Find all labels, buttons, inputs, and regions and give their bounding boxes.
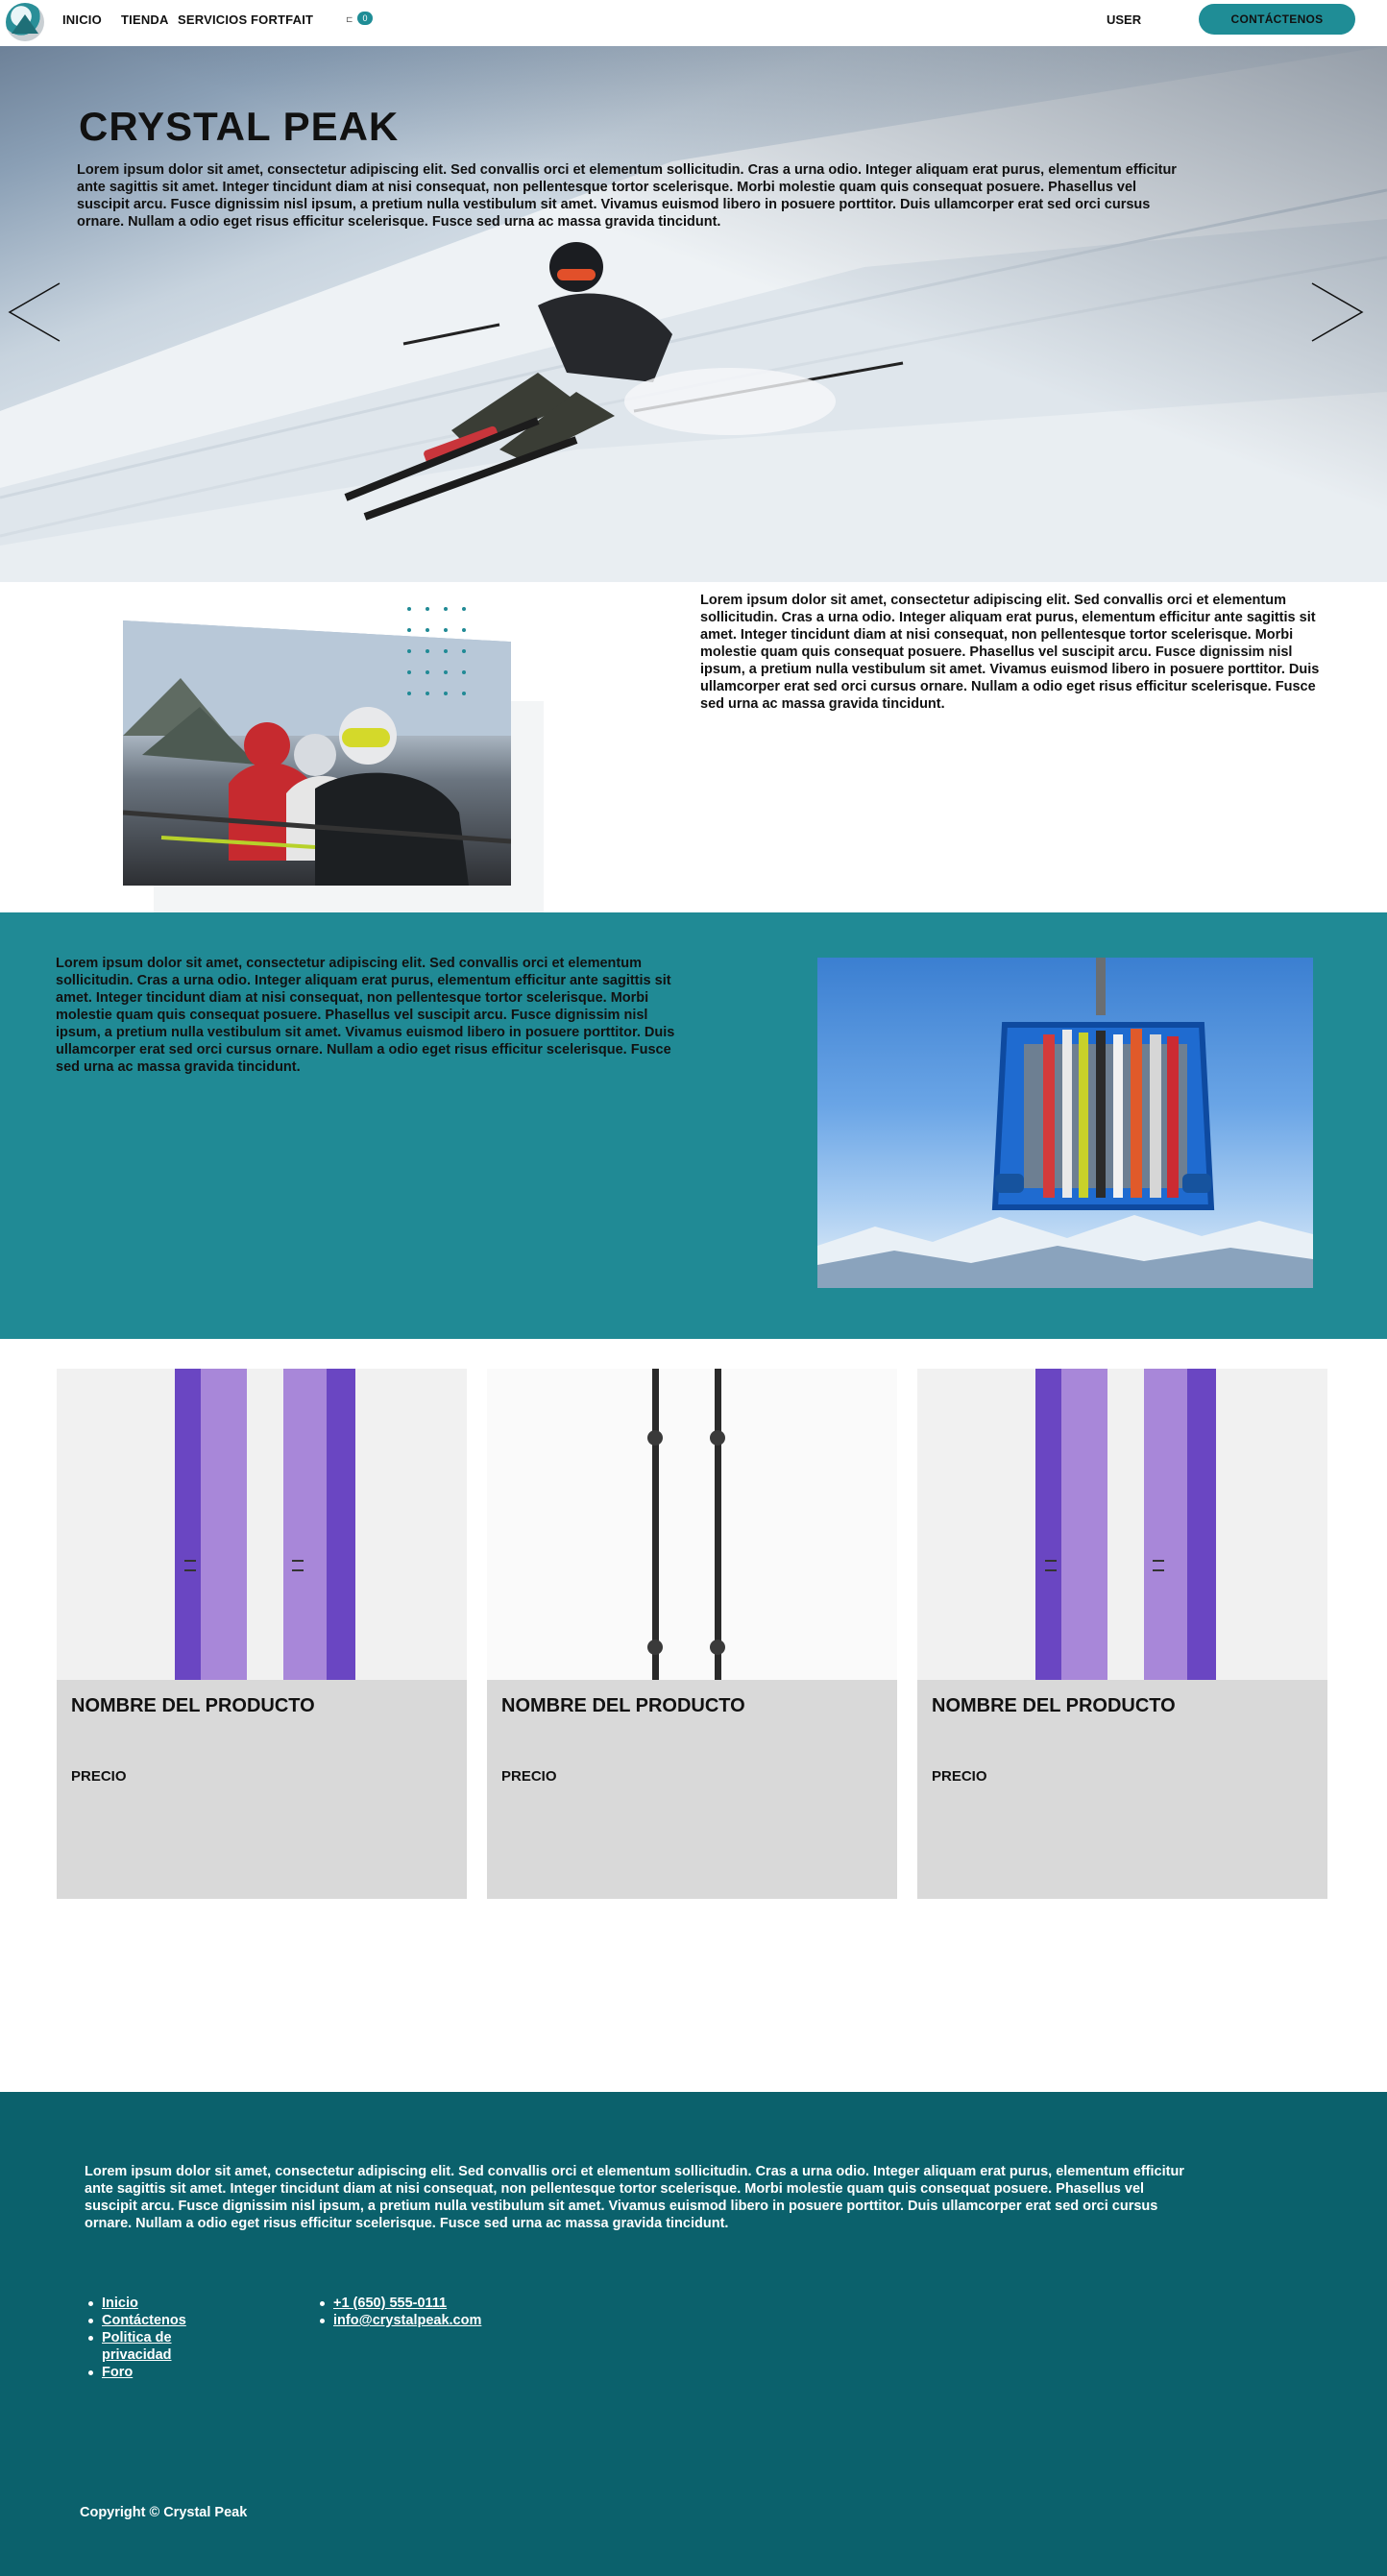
footer-phone-link[interactable]: +1 (650) 555-0111 (333, 2296, 447, 2311)
product-image-poles (487, 1369, 897, 1680)
hero-description: Lorem ipsum dolor sit amet, consectetur … (77, 162, 1177, 230)
product-card[interactable]: NOMBRE DEL PRODUCTO PRECIO (487, 1369, 897, 1899)
product-image-skis (917, 1369, 1327, 1680)
cart-button[interactable]: ⊏ 0 (346, 12, 375, 27)
teal-feature-section: Lorem ipsum dolor sit amet, consectetur … (0, 912, 1387, 1339)
user-link[interactable]: USER (1107, 12, 1141, 27)
product-price: PRECIO (501, 1768, 557, 1785)
footer-contact-item: info@crystalpeak.com (317, 2312, 567, 2329)
nav-link-inicio[interactable]: INICIO (62, 12, 102, 27)
chevron-left-icon[interactable] (8, 281, 61, 343)
footer-links: Inicio Contáctenos Politica de privacida… (85, 2295, 230, 2381)
product-name: NOMBRE DEL PRODUCTO (501, 1695, 745, 1716)
section3-description: Lorem ipsum dolor sit amet, consectetur … (56, 956, 675, 1075)
footer-link-item: Politica de privacidad (85, 2329, 230, 2364)
footer-link-privacidad[interactable]: Politica de privacidad (102, 2330, 172, 2363)
nav-link-tienda[interactable]: TIENDA (121, 12, 169, 27)
mountain-logo-icon[interactable] (6, 3, 44, 41)
chevron-right-icon[interactable] (1310, 281, 1364, 343)
cart-icon: ⊏ (346, 14, 353, 24)
decorative-dots (407, 607, 466, 695)
product-price: PRECIO (932, 1768, 987, 1785)
footer-link-contactenos[interactable]: Contáctenos (102, 2313, 186, 2328)
hero-carousel: CRYSTAL PEAK Lorem ipsum dolor sit amet,… (0, 46, 1387, 582)
site-footer: Lorem ipsum dolor sit amet, consectetur … (0, 2092, 1387, 2576)
product-card[interactable]: NOMBRE DEL PRODUCTO PRECIO (917, 1369, 1327, 1899)
contact-button[interactable]: CONTÁCTENOS (1199, 4, 1355, 35)
footer-contacts: +1 (650) 555-0111 info@crystalpeak.com (317, 2295, 567, 2329)
product-name: NOMBRE DEL PRODUCTO (71, 1695, 315, 1716)
copyright-text: Copyright © Crystal Peak (80, 2505, 248, 2520)
product-image-skis (57, 1369, 467, 1680)
nav-link-fortfait[interactable]: FORTFAIT (251, 12, 313, 27)
section2-description: Lorem ipsum dolor sit amet, consectetur … (700, 593, 1320, 712)
hero-title: CRYSTAL PEAK (79, 104, 400, 149)
footer-link-inicio[interactable]: Inicio (102, 2296, 138, 2311)
footer-link-item: Foro (85, 2364, 230, 2381)
product-name: NOMBRE DEL PRODUCTO (932, 1695, 1176, 1716)
footer-link-foro[interactable]: Foro (102, 2365, 133, 2380)
footer-link-item: Inicio (85, 2295, 230, 2312)
ski-gondola-photo (817, 958, 1313, 1288)
nav-link-servicios[interactable]: SERVICIOS (178, 12, 247, 27)
footer-contact-item: +1 (650) 555-0111 (317, 2295, 567, 2312)
product-price: PRECIO (71, 1768, 127, 1785)
footer-email-link[interactable]: info@crystalpeak.com (333, 2313, 481, 2328)
cart-count-badge: 0 (357, 12, 373, 25)
top-navbar: INICIO TIENDA SERVICIOS FORTFAIT ⊏ 0 USE… (0, 0, 1387, 46)
footer-link-item: Contáctenos (85, 2312, 230, 2329)
footer-description: Lorem ipsum dolor sit amet, consectetur … (85, 2164, 1184, 2231)
product-card[interactable]: NOMBRE DEL PRODUCTO PRECIO (57, 1369, 467, 1899)
